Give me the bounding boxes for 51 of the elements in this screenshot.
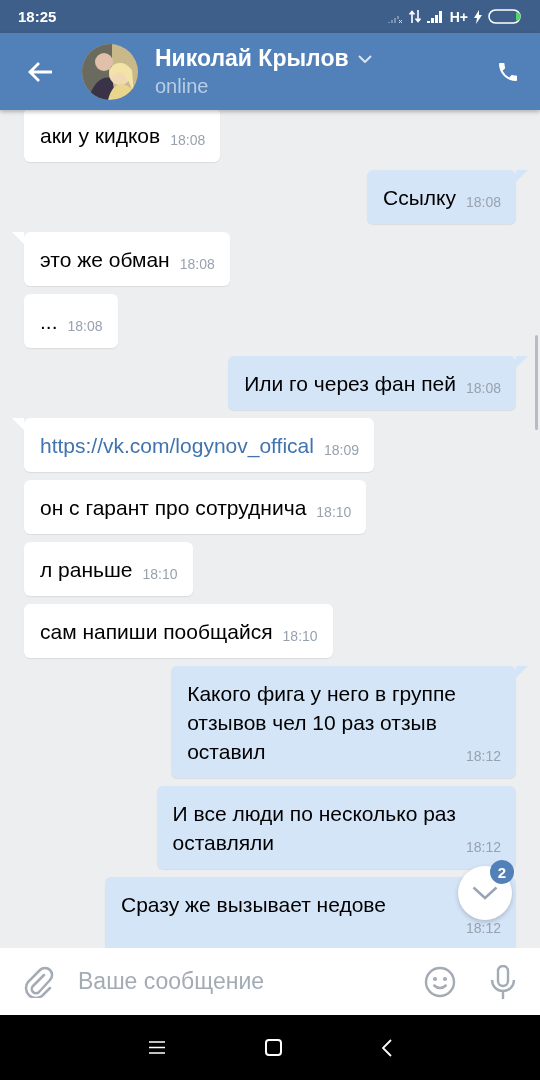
message-text: Сразу же вызывает недове: [121, 892, 387, 918]
charging-icon: [474, 9, 482, 24]
message-time: 18:12: [465, 747, 501, 765]
message-text: это же обман: [40, 247, 170, 273]
message-time: 18:08: [67, 317, 103, 335]
message-bubble[interactable]: аки у кидков 18:08: [24, 110, 221, 162]
message-time: 18:10: [142, 565, 178, 583]
message-time: 18:10: [316, 503, 352, 521]
microphone-icon[interactable]: [490, 964, 516, 999]
message-text: Или го через фан пей: [244, 371, 456, 397]
message-bubble[interactable]: л раньше 18:10: [24, 542, 193, 596]
scrollbar[interactable]: [535, 335, 538, 430]
chevron-down-icon[interactable]: [357, 54, 372, 63]
message-text: Какого фига у него в группе отзывов чел 10 раз отзыв оставил: [187, 681, 456, 765]
paperclip-icon[interactable]: [24, 965, 54, 998]
chevron-down-icon: [472, 886, 498, 900]
message-time: 18:10: [282, 627, 318, 645]
message-bubble[interactable]: Сразу же вызывает недове 18:12: [105, 877, 516, 948]
message-text: аки у кидков: [40, 123, 161, 149]
back-arrow-icon[interactable]: [27, 60, 53, 83]
message-time: 18:08: [465, 193, 501, 211]
message-time: 18:09: [323, 441, 359, 459]
message-text: ...: [40, 309, 58, 335]
home-icon[interactable]: [264, 1039, 282, 1056]
message-input[interactable]: Ваше сообщение: [76, 967, 424, 996]
message-text: И все люди по несколько раз оставляли: [172, 801, 456, 856]
message-time: 18:12: [465, 838, 501, 856]
smiley-icon[interactable]: [424, 965, 456, 998]
message-text: Ссылку: [383, 185, 456, 211]
message-bubble[interactable]: он с гарант про сотруднича 18:10: [24, 480, 367, 534]
message-bubble[interactable]: И все люди по несколько раз оставляли 18:12: [156, 786, 516, 869]
message-text: он с гарант про сотруднича: [40, 495, 307, 521]
back-icon[interactable]: [381, 1038, 392, 1057]
message-composer[interactable]: Ваше сообщение: [0, 948, 540, 1015]
signal-icon: [426, 10, 444, 23]
message-time: 18:08: [465, 379, 501, 397]
network-type: H+: [449, 8, 468, 25]
message-time: 18:08: [170, 131, 206, 149]
message-bubble[interactable]: ... 18:08: [24, 294, 118, 348]
message-link[interactable]: https://vk.com/logynov_offical: [40, 431, 314, 460]
message-bubble[interactable]: сам напиши пообщайся 18:10: [24, 604, 333, 658]
data-transfer-icon: [408, 10, 421, 23]
message-time: 18:08: [179, 255, 215, 273]
battery-icon: [488, 9, 522, 24]
contact-name[interactable]: Николай Крылов: [155, 45, 349, 72]
menu-icon[interactable]: [148, 1041, 165, 1054]
message-text: сам напиши пообщайся: [40, 619, 273, 645]
message-text: л раньше: [40, 557, 133, 583]
status-time: 18:25: [18, 8, 57, 25]
online-status: online: [155, 75, 209, 98]
message-time: 18:12: [464, 919, 501, 937]
